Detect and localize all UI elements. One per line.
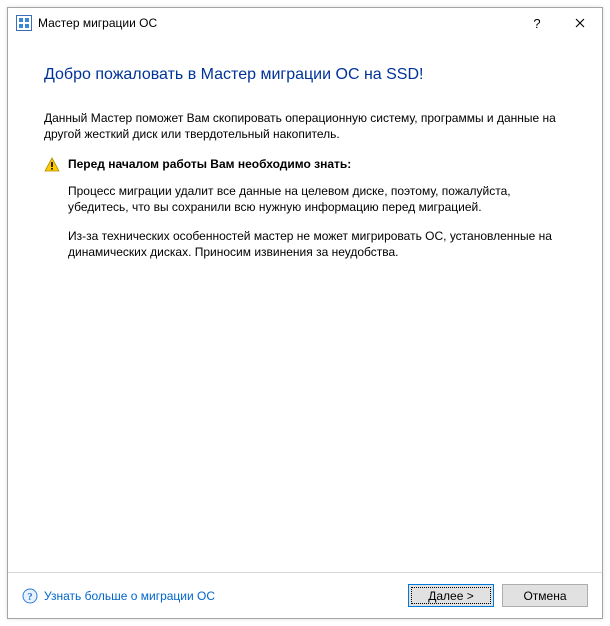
svg-text:?: ? bbox=[27, 591, 33, 603]
learn-more-link[interactable]: ? Узнать больше о миграции ОС bbox=[22, 588, 215, 604]
help-button[interactable]: ? bbox=[517, 8, 557, 38]
app-icon bbox=[16, 15, 32, 31]
intro-text: Данный Мастер поможет Вам скопировать оп… bbox=[44, 110, 566, 142]
next-button[interactable]: Далее > bbox=[408, 584, 494, 607]
paragraph-1: Процесс миграции удалит все данные на це… bbox=[68, 183, 566, 215]
cancel-button[interactable]: Отмена bbox=[502, 584, 588, 607]
warning-icon bbox=[44, 157, 60, 177]
paragraph-2: Из-за технических особенностей мастер не… bbox=[68, 228, 566, 260]
warning-label: Перед началом работы Вам необходимо знат… bbox=[68, 156, 351, 172]
warning-row: Перед началом работы Вам необходимо знат… bbox=[44, 156, 566, 177]
content-area: Добро пожаловать в Мастер миграции ОС на… bbox=[8, 38, 602, 572]
close-button[interactable] bbox=[557, 8, 602, 38]
page-heading: Добро пожаловать в Мастер миграции ОС на… bbox=[44, 64, 566, 86]
window-title: Мастер миграции ОС bbox=[38, 16, 517, 30]
titlebar: Мастер миграции ОС ? bbox=[8, 8, 602, 38]
learn-more-label: Узнать больше о миграции ОС bbox=[44, 589, 215, 603]
wizard-window: Мастер миграции ОС ? Добро пожаловать в … bbox=[7, 7, 603, 619]
footer: ? Узнать больше о миграции ОС Далее > От… bbox=[8, 572, 602, 618]
help-icon: ? bbox=[22, 588, 38, 604]
